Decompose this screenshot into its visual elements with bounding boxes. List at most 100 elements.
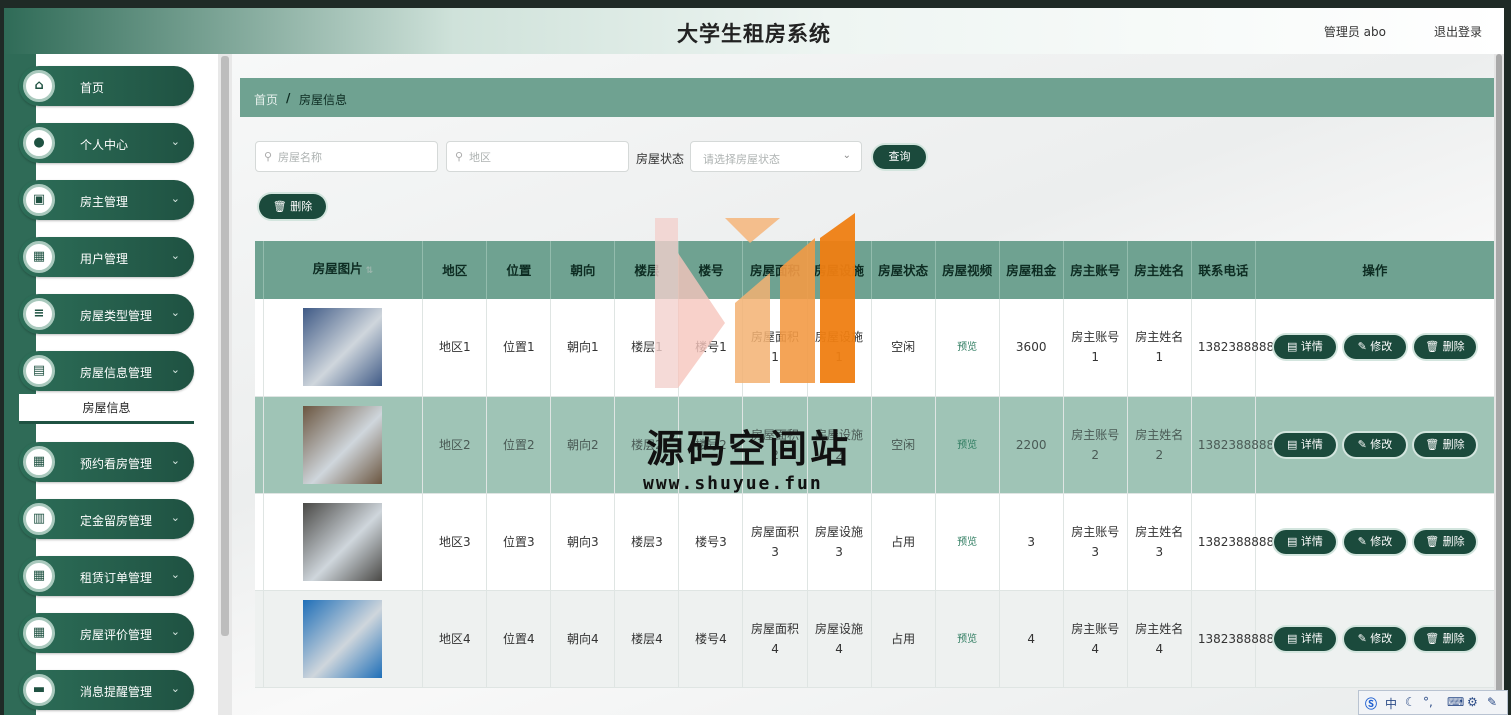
delete-button[interactable]: 🗑 删除 bbox=[1413, 335, 1476, 360]
edit-button[interactable]: ✎ 修改 bbox=[1343, 432, 1406, 457]
cell-video[interactable]: 预览 bbox=[935, 299, 1000, 397]
cell-area: 房屋面积3 bbox=[742, 493, 808, 591]
cell-location: 位置4 bbox=[486, 590, 552, 688]
cell-owner-account: 房主账号4 bbox=[1063, 590, 1128, 688]
cell-owner-name: 房主姓名1 bbox=[1127, 299, 1192, 397]
house-name-search[interactable]: ⚲ bbox=[255, 141, 438, 172]
column-header[interactable]: 位置 bbox=[486, 241, 552, 299]
detail-button[interactable]: ▤ 详情 bbox=[1273, 335, 1336, 360]
sidebar-item-9[interactable]: ▦ 房屋评价管理 ⌄ bbox=[19, 613, 194, 653]
sidebar-subitem-house-info[interactable]: 房屋信息 bbox=[19, 394, 194, 424]
ime-mode[interactable]: 中 bbox=[1385, 695, 1397, 712]
main-scroll-thumb[interactable] bbox=[1496, 54, 1502, 694]
column-header[interactable]: 房屋图片 ⇅ bbox=[263, 241, 424, 299]
detail-icon: ▤ bbox=[1286, 534, 1301, 548]
cell-building: 楼号3 bbox=[678, 493, 744, 591]
grid-icon: ▦ bbox=[23, 560, 55, 592]
detail-button[interactable]: ▤ 详情 bbox=[1273, 529, 1336, 554]
house-image[interactable] bbox=[303, 502, 383, 581]
column-header[interactable]: 房屋状态 bbox=[871, 241, 936, 299]
column-header[interactable]: 地区 bbox=[422, 241, 488, 299]
video-preview-link[interactable]: 预览 bbox=[957, 634, 977, 645]
delete-button[interactable]: 🗑 删除 bbox=[1413, 529, 1476, 554]
edit-button[interactable]: ✎ 修改 bbox=[1343, 626, 1406, 651]
edit-icon: ✎ bbox=[1357, 631, 1371, 645]
detail-button[interactable]: ▤ 详情 bbox=[1273, 626, 1336, 651]
sidebar-item-5[interactable]: ▤ 房屋信息管理 ⌄ bbox=[19, 351, 194, 391]
cell-video[interactable]: 预览 bbox=[935, 590, 1000, 688]
cell-facility: 房屋设施3 bbox=[807, 493, 872, 591]
edit-button[interactable]: ✎ 修改 bbox=[1343, 529, 1406, 554]
detail-button[interactable]: ▤ 详情 bbox=[1273, 432, 1336, 457]
sidebar-item-10[interactable]: ▬ 消息提醒管理 ⌄ bbox=[19, 670, 194, 710]
cell-floor: 楼层4 bbox=[614, 590, 680, 688]
column-header[interactable]: 操作 bbox=[1255, 241, 1495, 299]
cell-video[interactable]: 预览 bbox=[935, 493, 1000, 591]
table-row[interactable]: 地区1位置1朝向1楼层1楼号1房屋面积1房屋设施1空闲预览3600房主账号1房主… bbox=[255, 299, 1495, 397]
column-header[interactable]: 房屋租金 bbox=[999, 241, 1064, 299]
cell-owner-name: 房主姓名4 bbox=[1127, 590, 1192, 688]
sidebar-item-label: 首页 bbox=[80, 81, 105, 95]
table-header-row: 房屋图片⇅地区位置朝向楼层楼号房屋面积房屋设施房屋状态房屋视频房屋租金房主账号房… bbox=[255, 241, 1495, 299]
admin-label: 管理员 abo bbox=[1323, 25, 1386, 39]
cell-actions: ▤ 详情 ✎ 修改 🗑 删除 bbox=[1255, 299, 1495, 397]
region-input[interactable] bbox=[469, 148, 619, 166]
sidebar-scrollbar[interactable] bbox=[218, 54, 232, 715]
sort-icon[interactable]: ⇅ bbox=[366, 266, 374, 276]
delete-icon: 🗑 bbox=[1425, 437, 1443, 451]
house-image[interactable] bbox=[303, 308, 383, 387]
grid-icon: ▦ bbox=[23, 617, 55, 649]
grid-icon: ▦ bbox=[23, 446, 55, 478]
house-image[interactable] bbox=[303, 405, 383, 484]
batch-delete-button[interactable]: 🗑 删除 bbox=[259, 194, 326, 219]
video-preview-link[interactable]: 预览 bbox=[957, 537, 977, 548]
logout-link[interactable]: 退出登录 bbox=[1434, 23, 1482, 40]
column-header[interactable]: 朝向 bbox=[550, 241, 616, 299]
edit-button[interactable]: ✎ 修改 bbox=[1343, 335, 1406, 360]
sidebar-item-3[interactable]: ▦ 用户管理 ⌄ bbox=[19, 237, 194, 277]
cell-actions: ▤ 详情 ✎ 修改 🗑 删除 bbox=[1255, 590, 1495, 688]
delete-button[interactable]: 🗑 删除 bbox=[1413, 432, 1476, 457]
keyboard-icon[interactable]: ⌨ bbox=[1447, 695, 1464, 709]
main-scrollbar[interactable] bbox=[1494, 54, 1504, 715]
video-preview-link[interactable]: 预览 bbox=[957, 342, 977, 353]
user-icon: ● bbox=[23, 127, 55, 159]
cell-rent: 3 bbox=[999, 493, 1064, 591]
query-button[interactable]: 查询 bbox=[873, 145, 926, 169]
moon-icon[interactable]: ☾ bbox=[1405, 695, 1416, 709]
sidebar-item-6[interactable]: ▦ 预约看房管理 ⌄ bbox=[19, 442, 194, 482]
ime-logo-icon[interactable]: Ⓢ bbox=[1365, 695, 1377, 712]
table-row[interactable]: 地区2 位置2 朝向2 楼层2 楼号2 房屋面积2 房屋设施2 空闲 预览 2200 房主账号2 房主… bbox=[255, 396, 1495, 494]
punctuation-icon[interactable]: °, bbox=[1423, 695, 1433, 709]
column-header[interactable]: 联系电话 bbox=[1191, 241, 1256, 299]
video-preview-link[interactable]: 预览 bbox=[957, 440, 977, 451]
wrench-icon[interactable]: ✎ bbox=[1487, 695, 1497, 709]
table-row[interactable]: 地区3 位置3 朝向3 楼层3 楼号3 房屋面积3 房屋设施3 占用 预览 3 房主账号3 房主姓名3… bbox=[255, 493, 1495, 591]
delete-button[interactable]: 🗑 删除 bbox=[1413, 626, 1476, 651]
sidebar-item-7[interactable]: ▥ 定金留房管理 ⌄ bbox=[19, 499, 194, 539]
cell-region: 地区2 bbox=[422, 396, 488, 494]
document-icon: ▥ bbox=[23, 503, 55, 535]
status-label: 房屋状态 bbox=[636, 152, 685, 166]
house-image[interactable] bbox=[303, 599, 383, 678]
column-header[interactable]: 房屋视频 bbox=[935, 241, 1000, 299]
sidebar-item-2[interactable]: ▣ 房主管理 ⌄ bbox=[19, 180, 194, 220]
table-row[interactable]: 地区4 位置4 朝向4 楼层4 楼号4 房屋面积4 房屋设施4 占用 预览 4 房主账号4 房主姓名4… bbox=[255, 590, 1495, 688]
gear-icon[interactable]: ⚙ bbox=[1467, 695, 1478, 709]
sidebar-item-0[interactable]: ⌂ 首页 bbox=[19, 66, 194, 106]
sidebar-scroll-thumb[interactable] bbox=[221, 56, 229, 636]
breadcrumb-home[interactable]: 首页 bbox=[254, 91, 278, 108]
region-search[interactable]: ⚲ bbox=[446, 141, 629, 172]
cell-video[interactable]: 预览 bbox=[935, 396, 1000, 494]
column-header[interactable]: 房主姓名 bbox=[1127, 241, 1192, 299]
cell-phone: 13823888883 bbox=[1191, 493, 1282, 591]
column-header[interactable]: 房主账号 bbox=[1063, 241, 1128, 299]
cell-phone: 13823888881 bbox=[1191, 299, 1282, 397]
sidebar-item-1[interactable]: ● 个人中心 ⌄ bbox=[19, 123, 194, 163]
house-name-input[interactable] bbox=[278, 148, 428, 166]
search-icon: ⚲ bbox=[264, 150, 273, 163]
status-select[interactable]: 请选择房屋状态 ⌄ bbox=[690, 141, 862, 172]
sidebar-item-8[interactable]: ▦ 租赁订单管理 ⌄ bbox=[19, 556, 194, 596]
sidebar-item-label: 定金留房管理 bbox=[80, 514, 153, 528]
sidebar-item-4[interactable]: ≡ 房屋类型管理 ⌄ bbox=[19, 294, 194, 334]
